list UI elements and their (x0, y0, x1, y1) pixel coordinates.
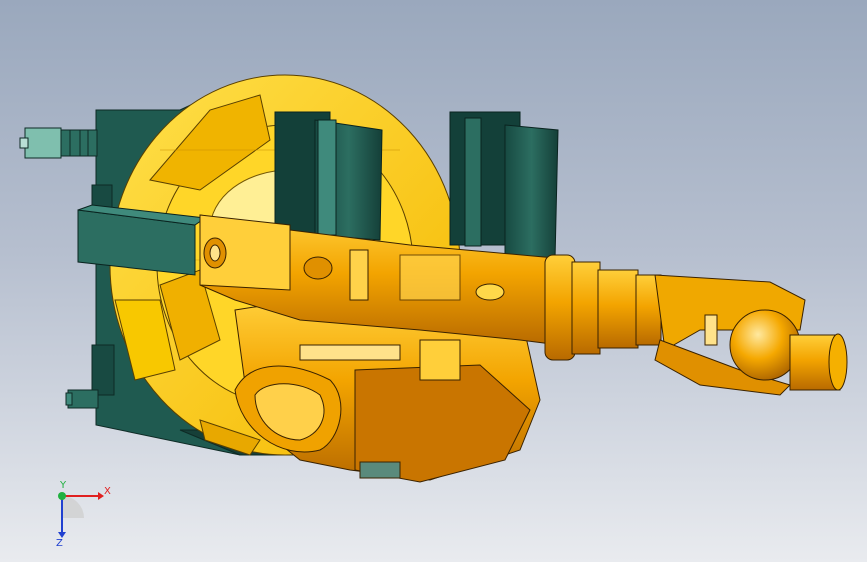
y-axis-dot (58, 492, 66, 500)
x-axis-label: X (104, 486, 111, 497)
wrist-assembly (654, 274, 848, 396)
triad-quadrant (62, 496, 84, 518)
drive-shaft (77, 204, 207, 276)
cad-viewport[interactable]: X Y Z (0, 0, 867, 562)
y-axis-label: Y (59, 480, 67, 491)
z-axis-label: Z (56, 538, 63, 548)
coordinate-triad: X Y Z (56, 480, 111, 548)
forearm (544, 254, 662, 361)
motor-block-right (449, 111, 559, 261)
connector-stub (19, 127, 98, 159)
bottom-stub (65, 389, 99, 409)
motor-block-left (274, 111, 383, 241)
robot-arm-model[interactable] (0, 0, 867, 562)
